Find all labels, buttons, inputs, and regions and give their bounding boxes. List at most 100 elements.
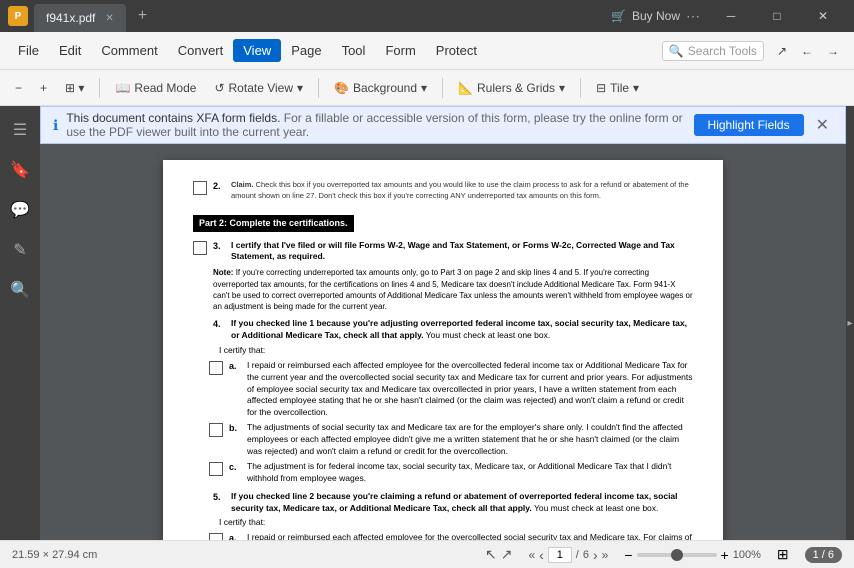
zoom-in-button[interactable]: +: [33, 78, 54, 98]
last-page-button[interactable]: »: [602, 548, 609, 562]
item-4-num: 4.: [213, 318, 225, 331]
item-4b-checkbox[interactable]: [209, 423, 223, 437]
item-4c-row: c. The adjustment is for federal income …: [209, 461, 693, 485]
tab-filename: f941x.pdf: [46, 11, 95, 25]
back-button[interactable]: ←: [794, 41, 820, 61]
note-label: Note:: [213, 268, 233, 277]
tile-button[interactable]: ⊟ Tile ▾: [589, 78, 646, 98]
new-tab-button[interactable]: +: [132, 7, 153, 25]
rulers-icon: 📐: [458, 81, 473, 95]
maximize-button[interactable]: □: [754, 0, 800, 32]
zoom-out-status-button[interactable]: −: [624, 547, 632, 563]
item-4-text: If you checked line 1 because you're adj…: [231, 318, 693, 342]
external-link-button[interactable]: ↗: [770, 41, 794, 61]
toolbar-separator-1: [99, 78, 100, 98]
item-5a-row: a. I repaid or reimbursed each affected …: [209, 532, 693, 540]
titlebar-left: P f941x.pdf ✕ +: [8, 0, 153, 32]
background-chevron: ▾: [421, 81, 427, 95]
scroll-arrow-icon[interactable]: ▸: [847, 318, 852, 329]
rotate-label: Rotate View: [229, 81, 293, 95]
item-4b-label: b.: [229, 422, 241, 435]
rulers-chevron: ▾: [559, 81, 565, 95]
app-icon: P: [8, 6, 28, 26]
page-display-button[interactable]: ⊞ ▾: [58, 78, 91, 98]
search-icon: 🔍: [669, 44, 684, 58]
zoom-out-button[interactable]: −: [8, 78, 29, 98]
highlight-fields-button[interactable]: Highlight Fields: [694, 114, 804, 136]
sidebar-nav-icon[interactable]: ☰: [7, 114, 33, 146]
menu-view[interactable]: View: [233, 39, 281, 62]
menu-form[interactable]: Form: [375, 39, 425, 62]
titlebar: P f941x.pdf ✕ + 🛒 Buy Now ⋯ ─ □ ✕: [0, 0, 854, 32]
menu-file[interactable]: File: [8, 39, 49, 62]
sidebar-edit-icon[interactable]: ✎: [7, 234, 32, 266]
item-3-checkbox[interactable]: [193, 241, 207, 255]
item-4b-text: The adjustments of social security tax a…: [247, 422, 693, 458]
item-5a-checkbox[interactable]: [209, 533, 223, 540]
notify-text: This document contains XFA form fields. …: [66, 111, 685, 139]
more-options-btn[interactable]: ⋯: [686, 8, 700, 25]
item-4c-checkbox[interactable]: [209, 462, 223, 476]
notify-close-button[interactable]: ✕: [812, 115, 833, 135]
menu-comment[interactable]: Comment: [91, 39, 167, 62]
item-4c-text: The adjustment is for federal income tax…: [247, 461, 693, 485]
forward-button[interactable]: →: [820, 41, 846, 61]
menu-convert[interactable]: Convert: [168, 39, 234, 62]
next-page-button[interactable]: ›: [593, 547, 598, 563]
prev-page-button[interactable]: ‹: [539, 547, 544, 563]
item-2-text: Claim. Check this box if you overreporte…: [231, 180, 693, 201]
page-input[interactable]: [548, 547, 572, 563]
notify-main-text: This document contains XFA form fields.: [66, 111, 280, 125]
tab-close-btn[interactable]: ✕: [105, 13, 113, 24]
item-2-num: 2.: [213, 180, 225, 193]
total-pages: 6: [583, 549, 589, 561]
toolbar-separator-2: [318, 78, 319, 98]
sidebar-search-icon[interactable]: 🔍: [4, 274, 36, 306]
read-mode-button[interactable]: 📖 Read Mode: [108, 78, 203, 98]
item-5a-label: a.: [229, 532, 241, 540]
item-4a-row: a. I repaid or reimbursed each affected …: [209, 360, 693, 419]
sidebar-comment-icon[interactable]: 💬: [4, 194, 36, 226]
zoom-control: − + 100%: [624, 547, 761, 563]
item-5-num: 5.: [213, 491, 225, 504]
rulers-label: Rulers & Grids: [477, 81, 555, 95]
minimize-button[interactable]: ─: [708, 0, 754, 32]
item-4a-checkbox[interactable]: [209, 361, 223, 375]
page-navigation: « ‹ / 6 › »: [528, 547, 608, 563]
background-label: Background: [353, 81, 417, 95]
item-5-text: If you checked line 2 because you're cla…: [231, 491, 693, 515]
menu-page[interactable]: Page: [281, 39, 331, 62]
close-button[interactable]: ✕: [800, 0, 846, 32]
first-page-button[interactable]: «: [528, 548, 535, 562]
menu-protect[interactable]: Protect: [426, 39, 487, 62]
part2-section: Part 2: Complete the certifications.: [193, 207, 693, 236]
zoom-thumb: [671, 549, 683, 561]
rulers-grids-button[interactable]: 📐 Rulers & Grids ▾: [451, 78, 572, 98]
fit-page-button[interactable]: ⊞: [777, 546, 789, 563]
menu-tool[interactable]: Tool: [332, 39, 376, 62]
item-2-row: 2. Claim. Check this box if you overrepo…: [193, 180, 693, 201]
statusbar: 21.59 × 27.94 cm ↖ ↗ « ‹ / 6 › » − + 100…: [0, 540, 854, 568]
zoom-in-status-button[interactable]: +: [721, 547, 729, 563]
menu-edit[interactable]: Edit: [49, 39, 91, 62]
item-4-certify: I certify that:: [219, 345, 693, 357]
page-count-badge: 1 / 6: [805, 547, 842, 563]
rotate-icon: ↺: [214, 81, 224, 95]
sidebar-bookmark-icon[interactable]: 🔖: [4, 154, 36, 186]
zoom-level-label: 100%: [733, 549, 761, 561]
item-5-certify: I certify that:: [219, 517, 693, 529]
item-4a-text: I repaid or reimbursed each affected emp…: [247, 360, 693, 419]
item-2-checkbox[interactable]: [193, 181, 207, 195]
zoom-slider[interactable]: [637, 553, 717, 557]
background-button[interactable]: 🎨 Background ▾: [327, 78, 434, 98]
rotate-view-button[interactable]: ↺ Rotate View ▾: [207, 78, 310, 98]
read-mode-icon: 📖: [115, 81, 130, 95]
select-tool-icon[interactable]: ↗: [501, 546, 513, 563]
cursor-tool-icon[interactable]: ↖: [485, 546, 497, 563]
item-4a-label: a.: [229, 360, 241, 373]
part2-header: Part 2: Complete the certifications.: [193, 215, 354, 232]
search-tools-box[interactable]: 🔍 Search Tools: [662, 41, 764, 61]
file-tab[interactable]: f941x.pdf ✕: [34, 4, 126, 32]
buy-now-text[interactable]: Buy Now: [632, 9, 680, 23]
rotate-chevron: ▾: [297, 81, 303, 95]
